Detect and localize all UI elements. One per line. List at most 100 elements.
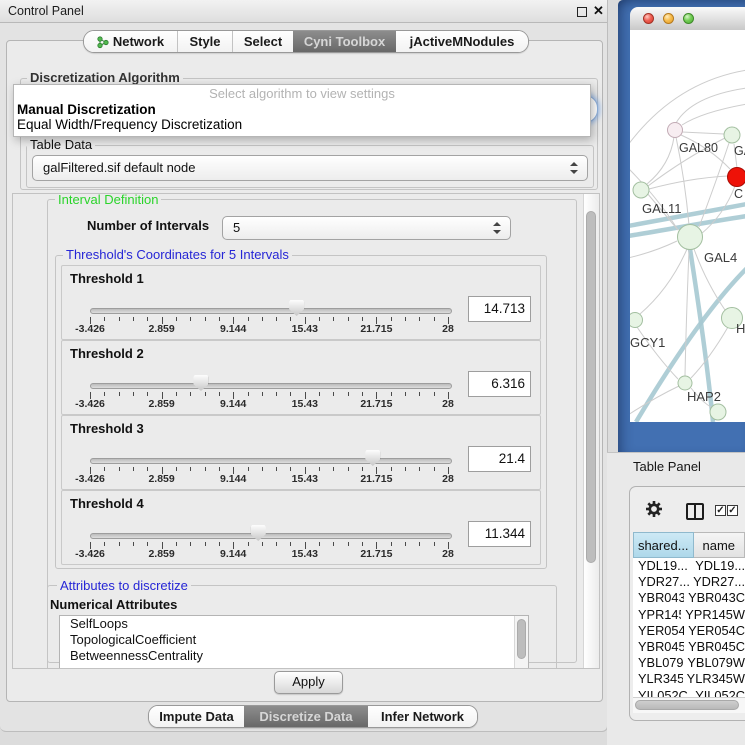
network-node-hap2[interactable] xyxy=(678,376,692,390)
node-table[interactable]: shared... name YDL19...YDL19...YDR27...Y… xyxy=(633,532,745,697)
slider-tick xyxy=(276,317,277,321)
settings-vertical-scrollbar[interactable] xyxy=(583,194,599,668)
checkbox-icon[interactable]: ✓ xyxy=(727,505,738,516)
slider-tick xyxy=(405,542,406,546)
threshold-3-slider-track[interactable] xyxy=(90,458,452,464)
cell-shared-name: YIL052C xyxy=(633,688,691,698)
network-node-gcy1[interactable] xyxy=(630,313,643,328)
tab-label: Discretize Data xyxy=(259,709,352,724)
network-node[interactable] xyxy=(710,404,726,420)
table-row[interactable]: YIL052CYIL052C xyxy=(633,688,745,698)
table-row[interactable]: YPR145WYPR145W xyxy=(633,607,745,623)
cell-name: YPR145W xyxy=(681,607,745,623)
numerical-attributes-label: Numerical Attributes xyxy=(50,597,177,612)
attribute-list-item[interactable]: BetweennessCentrality xyxy=(60,648,528,664)
network-node-ga[interactable] xyxy=(724,127,740,143)
table-row[interactable]: YDR27...YDR27... xyxy=(633,574,745,590)
tab-cyni-toolbox[interactable]: Cyni Toolbox xyxy=(293,31,396,52)
table-row[interactable]: YBR045CYBR045C xyxy=(633,639,745,655)
cell-name: YBL079W xyxy=(683,655,745,671)
network-node-gal11[interactable] xyxy=(633,182,649,198)
threshold-2-value-field[interactable]: 6.316 xyxy=(468,371,531,397)
slider-tick xyxy=(391,467,392,471)
threshold-4-slider-track[interactable] xyxy=(90,533,452,539)
tab-label: Infer Network xyxy=(381,709,464,724)
column-header-name[interactable]: name xyxy=(694,532,745,558)
table-data-combobox[interactable]: galFiltered.sif default node xyxy=(32,155,588,181)
network-node-label: C xyxy=(734,187,743,201)
network-node-label: GA xyxy=(734,144,745,158)
number-of-intervals-combobox[interactable]: 5 xyxy=(222,216,511,240)
column-header-shared-name[interactable]: shared... xyxy=(633,532,694,558)
cell-name: YLR345W xyxy=(683,671,745,687)
slider-tick xyxy=(133,392,134,396)
slider-tick xyxy=(362,467,363,471)
network-window-titlebar xyxy=(630,7,745,31)
network-edge[interactable] xyxy=(699,143,729,227)
slider-tick xyxy=(190,542,191,546)
table-row[interactable]: YBR043CYBR043C xyxy=(633,590,745,606)
cell-shared-name: YDR27... xyxy=(633,574,689,590)
slider-tick xyxy=(362,392,363,396)
network-node-gal80[interactable] xyxy=(668,123,683,138)
threshold-4-value-field[interactable]: 11.344 xyxy=(468,521,531,547)
tab-network[interactable]: Network xyxy=(84,31,178,52)
network-edge[interactable] xyxy=(676,88,745,123)
tab-style[interactable]: Style xyxy=(178,31,233,52)
network-node-label: HAP2 xyxy=(687,389,721,404)
slider-tick xyxy=(333,467,334,471)
tab-select[interactable]: Select xyxy=(233,31,293,52)
attribute-list-item[interactable]: SelfLoops xyxy=(60,616,528,632)
settings-scroll-panel: Interval Definition Number of Intervals … xyxy=(12,193,600,669)
network-node-c[interactable] xyxy=(728,168,745,187)
slider-tick-label: 9.144 xyxy=(220,473,246,485)
network-edge[interactable] xyxy=(640,249,687,314)
network-icon xyxy=(97,35,109,49)
close-icon[interactable]: ✕ xyxy=(593,2,604,20)
dropdown-option-manual-discretization[interactable]: Manual Discretization xyxy=(14,102,590,117)
attribute-list-item[interactable]: TopologicalCoefficient xyxy=(60,632,528,648)
checkbox-icon[interactable]: ✓ xyxy=(715,505,726,516)
network-edge[interactable] xyxy=(682,132,724,134)
network-edge[interactable] xyxy=(630,241,677,258)
network-edge[interactable] xyxy=(685,250,689,376)
dropdown-option-equal-width-frequency[interactable]: Equal Width/Frequency Discretization xyxy=(14,117,590,132)
threshold-1-value-field[interactable]: 14.713 xyxy=(468,296,531,322)
slider-tick xyxy=(262,317,263,321)
close-traffic-light-icon[interactable] xyxy=(643,13,654,24)
interval-definition-group-title: Interval Definition xyxy=(55,193,161,206)
control-panel-window: Control Panel ✕ NetworkStyleSelectCyni T… xyxy=(0,0,608,732)
cell-shared-name: YBR043C xyxy=(633,590,684,606)
float-window-icon[interactable] xyxy=(577,7,587,17)
slider-tick xyxy=(248,317,249,321)
column-layout-icon[interactable] xyxy=(686,503,704,520)
tab-jactivemnodules[interactable]: jActiveMNodules xyxy=(396,31,528,52)
table-row[interactable]: YER054CYER054C xyxy=(633,623,745,639)
tab-infer-network[interactable]: Infer Network xyxy=(368,706,477,727)
attributes-list-scrollbar[interactable] xyxy=(514,616,528,669)
table-row[interactable]: YBL079WYBL079W xyxy=(633,655,745,671)
zoom-traffic-light-icon[interactable] xyxy=(683,13,694,24)
slider-tick-label: 9.144 xyxy=(220,398,246,410)
tab-impute-data[interactable]: Impute Data xyxy=(149,706,244,727)
tab-label: Cyni Toolbox xyxy=(304,34,385,49)
numerical-attributes-list[interactable]: SelfLoopsTopologicalCoefficientBetweenne… xyxy=(59,615,529,669)
apply-button[interactable]: Apply xyxy=(274,671,343,694)
threshold-3-value-field[interactable]: 21.4 xyxy=(468,446,531,472)
network-node-gal4[interactable] xyxy=(678,225,703,250)
network-edge[interactable] xyxy=(649,176,728,189)
tab-discretize-data[interactable]: Discretize Data xyxy=(244,706,368,727)
network-canvas[interactable]: GAL80GACGAL11GAL4GCY1HHAP2 xyxy=(630,30,745,422)
threshold-2-slider-track[interactable] xyxy=(90,383,452,389)
gear-icon[interactable] xyxy=(645,500,663,518)
slider-tick xyxy=(219,542,220,546)
threshold-1-slider-track[interactable] xyxy=(90,308,452,314)
table-horizontal-scrollbar[interactable] xyxy=(633,697,745,713)
minimize-traffic-light-icon[interactable] xyxy=(663,13,674,24)
table-row[interactable]: YDL19...YDL19... xyxy=(633,558,745,574)
cell-shared-name: YBR045C xyxy=(633,639,684,655)
slider-tick-label: 28 xyxy=(442,473,454,485)
slider-tick xyxy=(119,317,120,321)
table-row[interactable]: YLR345WYLR345W xyxy=(633,671,745,687)
slider-tick xyxy=(119,542,120,546)
